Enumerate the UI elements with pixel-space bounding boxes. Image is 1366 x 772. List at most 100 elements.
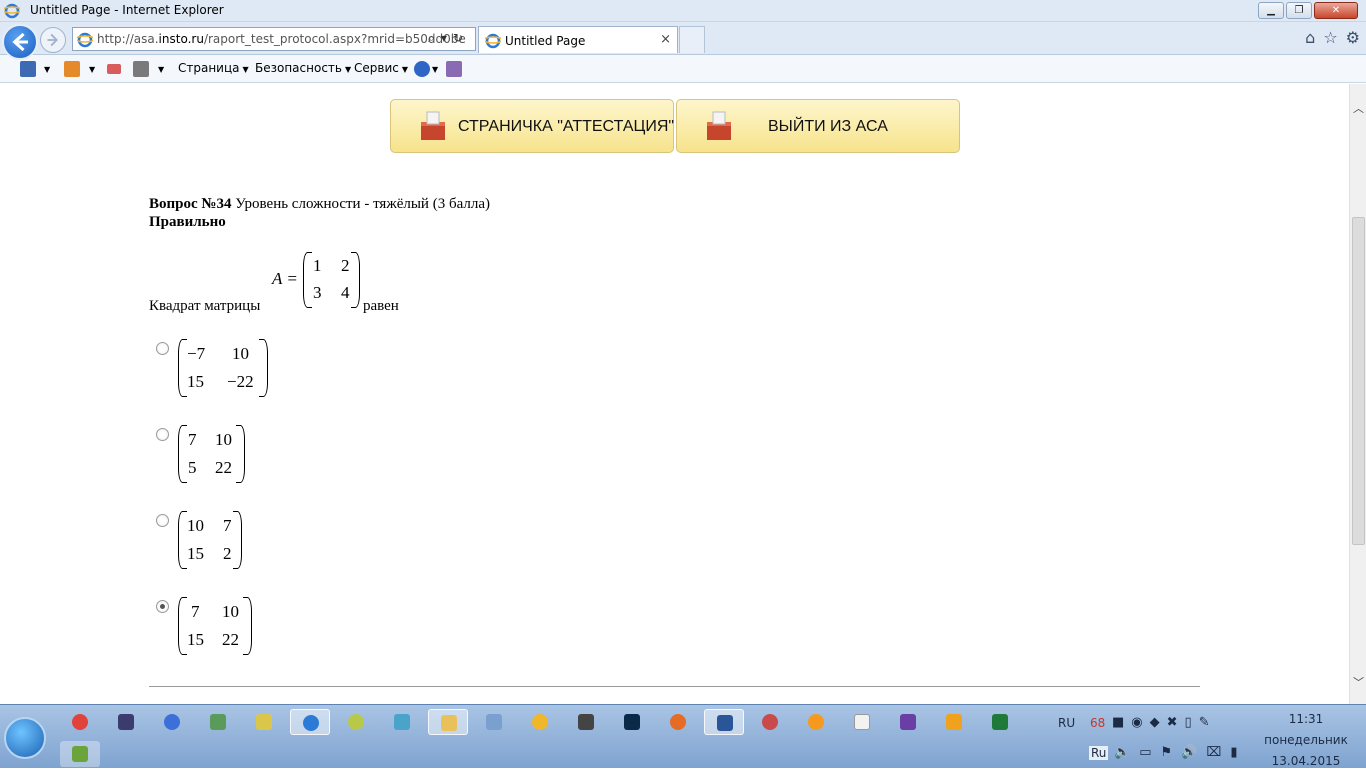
folder-icon [441, 715, 457, 731]
taskbar-player[interactable] [934, 709, 974, 735]
restore-button[interactable]: ❐ [1286, 2, 1312, 19]
back-button[interactable] [2, 24, 38, 60]
taskbar-camera[interactable] [566, 709, 606, 735]
scroll-thumb[interactable] [1352, 217, 1365, 545]
taskbar-explorer[interactable] [428, 709, 468, 735]
tab-label: Untitled Page [505, 34, 586, 48]
option-radio-3[interactable] [156, 514, 169, 527]
option-radio-4[interactable] [156, 600, 169, 613]
monitor-icon[interactable]: ▭ [1139, 745, 1151, 760]
taskbar-app16[interactable] [750, 709, 790, 735]
signal-icon[interactable]: ▮ [1230, 745, 1237, 760]
star-icon[interactable]: ☆ [1323, 28, 1337, 47]
taskbar-app-stack[interactable] [60, 741, 100, 767]
taskbar-app17[interactable] [796, 709, 836, 735]
flag-icon[interactable]: ⚑ [1160, 745, 1172, 760]
gear-icon[interactable]: ⚙ [1346, 28, 1360, 47]
taskbar-word[interactable] [704, 709, 744, 735]
taskbar-internet-explorer[interactable] [290, 709, 330, 735]
chevron-down-icon[interactable]: ▼ [432, 65, 438, 74]
input-language[interactable]: Ru [1089, 746, 1109, 760]
new-tab-button[interactable] [679, 26, 705, 53]
taskbar-wifi[interactable] [336, 709, 376, 735]
close-tab-icon[interactable]: × [660, 32, 671, 47]
speaker-icon[interactable]: 🔊 [1181, 745, 1197, 760]
start-button[interactable] [4, 717, 46, 759]
home-icon[interactable]: ⌂ [1305, 28, 1315, 47]
language-indicator[interactable]: RU [1058, 716, 1075, 730]
chevron-down-icon[interactable]: ▾ [441, 31, 453, 45]
pen-icon[interactable]: ✎ [1199, 715, 1210, 730]
two-icon [808, 714, 824, 730]
speaker-icon [486, 714, 502, 730]
clock-time: 11:31 [1288, 712, 1324, 726]
attestation-page-button[interactable]: СТРАНИЧКА "АТТЕСТАЦИЯ" [390, 99, 674, 153]
ballot-box-icon [707, 111, 731, 140]
url-text[interactable]: http://asa.insto.ru/raport_test_protocol… [97, 32, 466, 46]
tray-number[interactable]: 68 [1090, 716, 1105, 730]
tool-icon [210, 714, 226, 730]
minimize-button[interactable]: ▁ [1258, 2, 1284, 19]
taskbar-app5[interactable] [244, 709, 284, 735]
tab-untitled-page[interactable]: Untitled Page × [478, 26, 678, 53]
option-radio-1[interactable] [156, 342, 169, 355]
mail-icon[interactable] [107, 64, 121, 74]
ballot-box-icon [421, 111, 445, 140]
menu-safety[interactable]: Безопасность ▼ [255, 61, 351, 75]
question-number: Вопрос №34 [149, 196, 232, 212]
command-bar: ▼ ▼ ▼ Страница ▼ Безопасность ▼ Сервис ▼ ▼ [0, 55, 1366, 83]
menu-page[interactable]: Страница ▼ [178, 61, 249, 75]
vertical-scrollbar[interactable]: ︿ ﹀ [1349, 84, 1366, 704]
menu-service[interactable]: Сервис ▼ [354, 61, 408, 75]
clock[interactable]: 11:31 понедельник 13.04.2015 [1256, 709, 1356, 772]
nvidia-icon[interactable]: ■ [1112, 715, 1124, 730]
rss-feed-icon[interactable] [64, 61, 80, 77]
internet-explorer-icon [303, 715, 319, 731]
chevron-down-icon[interactable]: ▼ [89, 65, 95, 74]
document-icon[interactable]: ▯ [1185, 715, 1192, 730]
forward-button[interactable] [40, 27, 66, 53]
answer-status: Правильно [149, 214, 226, 230]
usb-icon[interactable]: ⌧ [1206, 745, 1221, 760]
address-tools[interactable]: ⌕▾↻ [428, 31, 469, 46]
print-icon[interactable] [133, 61, 149, 77]
network-icon[interactable]: ✖ [1167, 715, 1178, 730]
scroll-up-icon[interactable]: ︿ [1353, 100, 1364, 116]
taskbar-app11[interactable] [520, 709, 560, 735]
address-bar[interactable]: http://asa.insto.ru/raport_test_protocol… [72, 27, 476, 51]
research-icon[interactable] [446, 61, 462, 77]
search-icon[interactable]: ⌕ [428, 31, 441, 45]
taskbar-firefox[interactable] [658, 709, 698, 735]
tray-app-icon[interactable]: ◉ [1131, 715, 1142, 730]
layers-icon[interactable]: ◆ [1150, 715, 1160, 730]
taskbar-photoshop[interactable] [612, 709, 652, 735]
option-matrix-3: 10 7 15 2 [178, 511, 242, 569]
play-icon [164, 714, 180, 730]
taskbar-media[interactable] [106, 709, 146, 735]
question-header: Вопрос №34 Уровень сложности - тяжёлый (… [149, 196, 490, 213]
taskbar-app3[interactable] [152, 709, 192, 735]
refresh-icon[interactable]: ↻ [453, 31, 469, 45]
option-matrix-1: −7 10 15 −22 [178, 339, 268, 397]
scroll-down-icon[interactable]: ﹀ [1353, 674, 1364, 690]
play-icon [946, 714, 962, 730]
taskbar-app4[interactable] [198, 709, 238, 735]
help-icon[interactable] [414, 61, 430, 77]
internet-explorer-icon [4, 3, 20, 19]
taskbar-sound[interactable] [474, 709, 514, 735]
volume-icon[interactable]: 🔈 [1114, 745, 1130, 760]
chevron-down-icon[interactable]: ▼ [44, 65, 50, 74]
taskbar-app18[interactable] [842, 709, 882, 735]
page-icon [77, 32, 93, 48]
chevron-down-icon[interactable]: ▼ [158, 65, 164, 74]
option-radio-2[interactable] [156, 428, 169, 441]
taskbar-visual-studio[interactable] [888, 709, 928, 735]
taskbar-app8[interactable] [382, 709, 422, 735]
excel-icon [992, 714, 1008, 730]
taskbar-excel[interactable] [980, 709, 1020, 735]
visual-studio-icon [900, 714, 916, 730]
home-icon[interactable] [20, 61, 36, 77]
taskbar-chrome[interactable] [60, 709, 100, 735]
exit-asa-button[interactable]: ВЫЙТИ ИЗ АСА [676, 99, 960, 153]
close-window-button[interactable]: ✕ [1314, 2, 1358, 19]
